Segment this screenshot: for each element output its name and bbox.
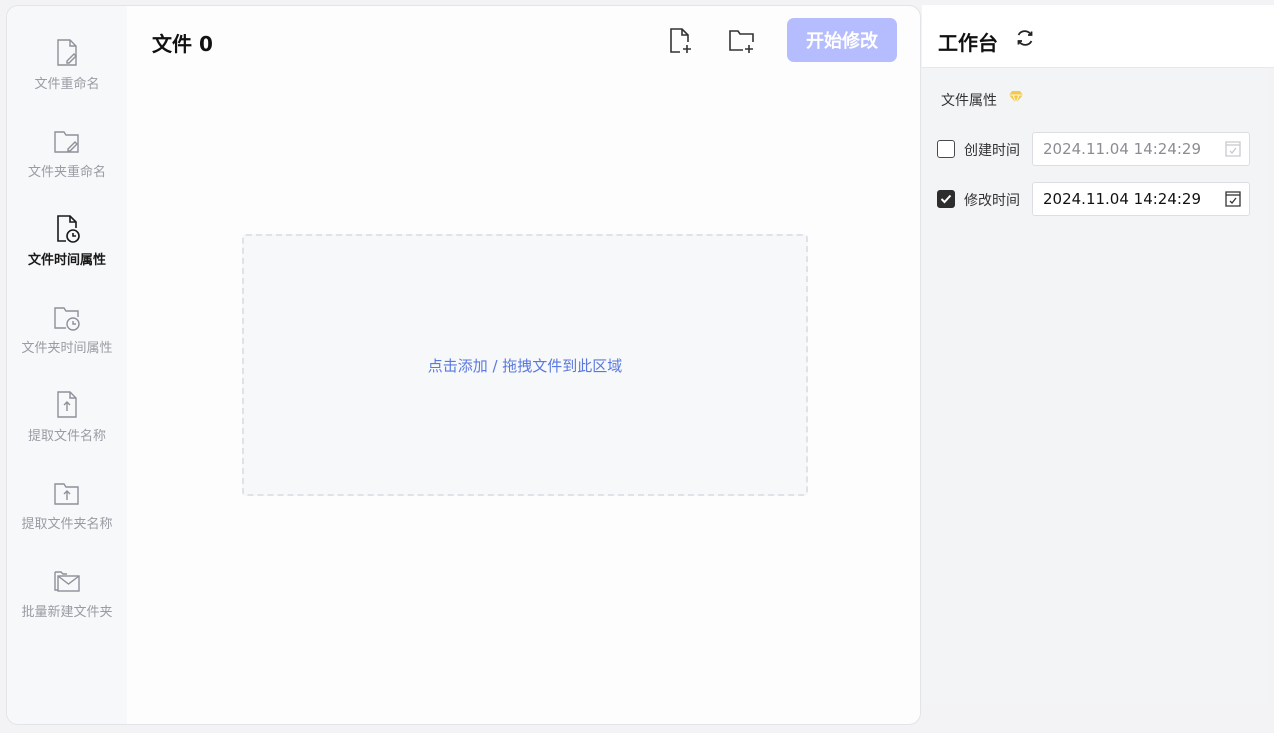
start-modify-button[interactable]: 开始修改 — [787, 18, 897, 62]
calendar-icon — [1225, 141, 1241, 157]
sidebar: 文件重命名 文件夹重命名 文件时间属性 文件夹时间属性 提取文件名称 提取文件夹… — [7, 6, 127, 724]
calendar-icon — [1225, 191, 1241, 207]
workbench-title: 工作台 — [938, 31, 998, 55]
main-card: 文件重命名 文件夹重命名 文件时间属性 文件夹时间属性 提取文件名称 提取文件夹… — [6, 5, 921, 725]
sidebar-item-label: 文件夹重命名 — [27, 165, 106, 180]
create-time-checkbox[interactable] — [937, 140, 955, 158]
modify-time-row: 修改时间 2024.11.04 14:24:29 — [937, 182, 1267, 216]
folder-extract-icon — [54, 483, 79, 505]
modify-time-picker[interactable]: 2024.11.04 14:24:29 — [1032, 182, 1250, 216]
sidebar-item-file-extract[interactable]: 提取文件名称 — [7, 389, 127, 469]
workbench-panel: 文件属性 创建时间 2024.11.04 14:24:29 修改时间 2024.… — [922, 68, 1268, 704]
refresh-icon[interactable] — [1014, 27, 1036, 49]
file-list-panel: 文件 0 开始修改 点击添加 / 拖拽文件到此区域 — [127, 6, 920, 724]
file-count-title: 文件 0 — [152, 32, 213, 56]
premium-diamond-icon — [1009, 91, 1023, 104]
workbench-header: 工作台 — [922, 5, 1274, 68]
checkmark-icon — [940, 194, 952, 204]
sidebar-item-label: 提取文件名称 — [27, 429, 106, 444]
add-folder-icon — [729, 30, 754, 53]
dropzone-text: 点击添加 / 拖拽文件到此区域 — [427, 356, 623, 375]
create-time-value: 2024.11.04 14:24:29 — [1043, 140, 1202, 158]
file-extract-icon — [57, 391, 77, 418]
sidebar-item-label: 文件重命名 — [34, 77, 100, 92]
add-folder-button[interactable] — [727, 26, 757, 56]
sidebar-item-label: 批量新建文件夹 — [21, 605, 113, 620]
file-dropzone[interactable]: 点击添加 / 拖拽文件到此区域 — [242, 234, 808, 496]
sidebar-item-file-rename[interactable]: 文件重命名 — [7, 37, 127, 117]
create-time-label: 创建时间 — [964, 143, 1020, 159]
modify-time-checkbox[interactable] — [937, 190, 955, 208]
sidebar-item-label: 文件时间属性 — [27, 253, 106, 268]
sidebar-item-folder-rename[interactable]: 文件夹重命名 — [7, 125, 127, 205]
sidebar-item-folder-time[interactable]: 文件夹时间属性 — [7, 301, 127, 381]
file-attributes-title: 文件属性 — [941, 93, 997, 109]
add-file-icon — [670, 28, 691, 53]
sidebar-item-batch-folder[interactable]: 批量新建文件夹 — [7, 565, 127, 645]
folder-time-icon — [54, 307, 80, 331]
file-time-icon — [57, 215, 80, 243]
modify-time-value: 2024.11.04 14:24:29 — [1043, 190, 1202, 208]
file-rename-icon — [57, 39, 77, 66]
modify-time-label: 修改时间 — [964, 193, 1020, 209]
create-time-picker[interactable]: 2024.11.04 14:24:29 — [1032, 132, 1250, 166]
sidebar-item-folder-extract[interactable]: 提取文件夹名称 — [7, 477, 127, 557]
sidebar-item-file-time[interactable]: 文件时间属性 — [7, 213, 127, 293]
folder-rename-icon — [54, 131, 79, 153]
add-file-button[interactable] — [665, 26, 695, 56]
batch-folder-icon — [54, 571, 80, 592]
create-time-row: 创建时间 2024.11.04 14:24:29 — [937, 132, 1267, 166]
sidebar-item-label: 提取文件夹名称 — [21, 517, 113, 532]
sidebar-item-label: 文件夹时间属性 — [21, 341, 113, 356]
